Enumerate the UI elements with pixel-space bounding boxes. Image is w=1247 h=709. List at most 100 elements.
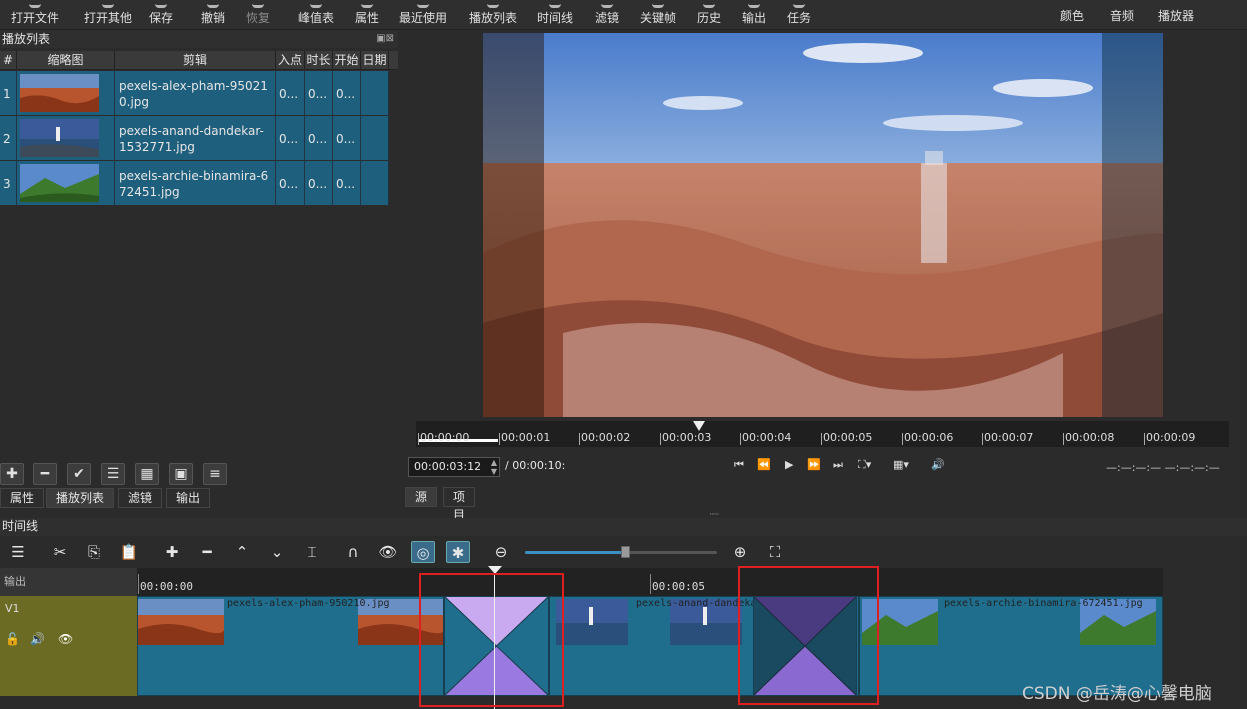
scrub-icon[interactable]: 👁 xyxy=(376,541,400,563)
col-clip[interactable]: 剪辑 xyxy=(115,51,276,70)
snap-icon[interactable]: ∩ xyxy=(341,541,365,563)
player-layout-button[interactable]: 播放器 xyxy=(1156,6,1196,36)
properties-button[interactable]: 属性 xyxy=(352,0,382,30)
col-date[interactable]: 日期 xyxy=(361,51,389,70)
fast-forward-icon[interactable]: ⏩ xyxy=(807,458,821,471)
zoom-slider-fill xyxy=(525,551,625,554)
playlist-panel: 播放列表 ▣⊠ # 缩略图 剪辑 入点 时长 开始 日期 1 pexels-al… xyxy=(0,31,398,511)
recent-icon xyxy=(417,0,429,8)
v1-track-head[interactable]: V1 🔓 🔊 👁 xyxy=(0,596,137,696)
timeline-button[interactable]: 时间线 xyxy=(535,0,575,30)
playlist-row[interactable]: 1 pexels-alex-pham-950210.jpg 0... 0... … xyxy=(0,71,389,116)
redo-button[interactable]: 恢复 xyxy=(243,0,273,30)
icons-view-button[interactable]: ▣ xyxy=(169,463,193,485)
playlist-row[interactable]: 3 pexels-archie-binamira-672451.jpg 0...… xyxy=(0,161,389,206)
tab-source[interactable]: 源 xyxy=(405,487,438,507)
ruler-label: 00:00:08 xyxy=(1062,431,1115,445)
grid-icon[interactable]: ▦▾ xyxy=(893,458,909,471)
playlist-row[interactable]: 2 pexels-anand-dandekar-1532771.jpg 0...… xyxy=(0,116,389,161)
tab-export[interactable]: 输出 xyxy=(166,488,211,508)
remove-clip-button[interactable]: ━ xyxy=(33,463,57,485)
details-view-button[interactable]: ☰ xyxy=(101,463,125,485)
zoom-fit-icon[interactable]: ⛶ xyxy=(763,541,787,563)
add-clip-button[interactable]: ✚ xyxy=(0,463,24,485)
keyframes-button[interactable]: 关键帧 xyxy=(638,0,678,30)
paste-icon[interactable]: 📋 xyxy=(117,541,141,563)
export-button[interactable]: 输出 xyxy=(739,0,769,30)
tiles-view-button[interactable]: ▦ xyxy=(135,463,159,485)
tab-properties[interactable]: 属性 xyxy=(0,488,45,508)
timeline-menu-icon[interactable]: ☰ xyxy=(6,541,30,563)
save-button[interactable]: 保存 xyxy=(146,0,176,30)
track-headers: 输出 V1 🔓 🔊 👁 xyxy=(0,568,137,709)
undo-icon xyxy=(207,0,219,8)
keyframes-icon xyxy=(652,0,664,8)
audio-layout-button[interactable]: 音频 xyxy=(1107,6,1137,36)
undo-button[interactable]: 撤销 xyxy=(198,0,228,30)
timeline-clip[interactable]: pexels-alex-pham-950210.jpg xyxy=(137,596,444,696)
redo-icon xyxy=(252,0,264,8)
lock-icon[interactable]: 🔓 xyxy=(5,632,20,646)
col-in[interactable]: 入点 xyxy=(276,51,305,70)
overwrite-icon[interactable]: ⌄ xyxy=(265,541,289,563)
peak-meter-button[interactable]: 峰值表 xyxy=(296,0,336,30)
row-date xyxy=(361,71,389,116)
col-num[interactable]: # xyxy=(0,51,17,70)
open-other-button[interactable]: 打开其他 xyxy=(78,0,138,30)
update-clip-button[interactable]: ✔ xyxy=(67,463,91,485)
ripple-icon[interactable]: ◎ xyxy=(411,541,435,563)
jobs-button[interactable]: 任务 xyxy=(784,0,814,30)
ripple-delete-icon[interactable]: ━ xyxy=(195,541,219,563)
history-button[interactable]: 历史 xyxy=(694,0,724,30)
tab-project[interactable]: 项目 xyxy=(443,487,476,522)
row-clip-name: pexels-alex-pham-950210.jpg xyxy=(115,71,276,116)
playlist-button[interactable]: 播放列表 xyxy=(466,0,520,30)
col-duration[interactable]: 时长 xyxy=(305,51,333,70)
rewind-icon[interactable]: ⏪ xyxy=(757,458,771,471)
timeline-ruler-label: 00:00:00 xyxy=(138,574,193,594)
zoom-out-icon[interactable]: ⊖ xyxy=(489,541,513,563)
append-icon[interactable]: ✚ xyxy=(160,541,184,563)
mute-icon[interactable]: 🔊 xyxy=(30,632,45,646)
col-start[interactable]: 开始 xyxy=(333,51,361,70)
timecode-spinner-icon[interactable]: ▲ ▼ xyxy=(491,458,497,476)
volume-icon[interactable]: 🔊 xyxy=(931,458,945,471)
playlist-title: 播放列表 xyxy=(0,31,398,48)
zoom-icon[interactable]: ⛶▾ xyxy=(858,458,871,472)
copy-icon[interactable]: ⎘ xyxy=(82,541,106,563)
player-playhead[interactable] xyxy=(693,421,705,431)
open-file-button[interactable]: 打开文件 xyxy=(10,0,60,30)
ruler-label: 00:00:03 xyxy=(659,431,712,445)
v1-track: pexels-alex-pham-950210.jpg pexels-anand… xyxy=(137,596,1163,696)
panel-window-buttons[interactable]: ▣⊠ xyxy=(376,33,394,44)
row-date xyxy=(361,161,389,206)
playlist-menu-button[interactable]: ≡ xyxy=(203,463,227,485)
filters-button[interactable]: 滤镜 xyxy=(592,0,622,30)
timecode-field[interactable]: 00:00:03:12 ▲ ▼ xyxy=(408,457,500,477)
play-icon[interactable]: ▶ xyxy=(785,458,793,471)
peak-meter-icon xyxy=(310,0,322,8)
tab-filters[interactable]: 滤镜 xyxy=(118,488,163,508)
split-icon[interactable]: ⌶ xyxy=(300,541,324,563)
tab-playlist[interactable]: 播放列表 xyxy=(46,488,115,508)
timeline-ruler[interactable]: 00:00:00 00:00:05 xyxy=(137,568,1163,596)
skip-previous-icon[interactable]: ⏮ xyxy=(734,458,744,472)
ripple-all-icon[interactable]: ✱ xyxy=(446,541,470,563)
recent-button[interactable]: 最近使用 xyxy=(397,0,449,30)
color-layout-button[interactable]: 颜色 xyxy=(1057,6,1087,36)
zoom-slider[interactable] xyxy=(525,546,717,558)
lift-icon[interactable]: ⌃ xyxy=(230,541,254,563)
hide-icon[interactable]: 👁 xyxy=(58,632,73,646)
zoom-slider-thumb[interactable] xyxy=(620,546,630,558)
player-timeline-ruler[interactable]: 00:00:00 00:00:01 00:00:02 00:00:03 00:0… xyxy=(416,421,1229,447)
ruler-label: 00:00:06 xyxy=(901,431,954,445)
row-in: 0... xyxy=(276,116,305,161)
skip-next-icon[interactable]: ⏭ xyxy=(833,458,843,472)
ruler-label: 00:00:01 xyxy=(498,431,551,445)
zoom-in-icon[interactable]: ⊕ xyxy=(728,541,752,563)
video-preview[interactable] xyxy=(483,33,1163,417)
cut-icon[interactable]: ✂ xyxy=(48,541,72,563)
col-thumbnail[interactable]: 缩略图 xyxy=(17,51,115,70)
ruler-label: 00:00:04 xyxy=(739,431,792,445)
clip-name: pexels-archie-binamira-672451.jpg xyxy=(944,598,1143,609)
